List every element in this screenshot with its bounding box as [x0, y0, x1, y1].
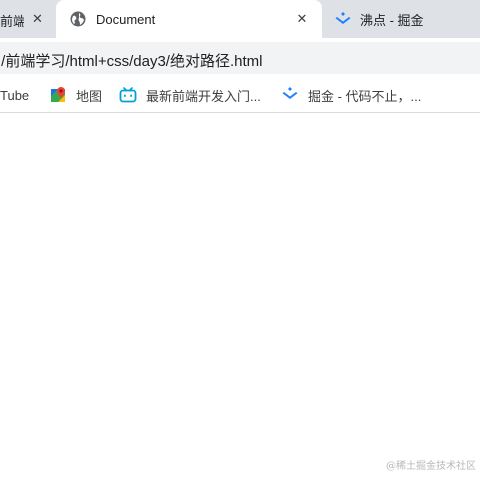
bookmark-bilibili[interactable]: 最新前端开发入门...	[119, 85, 261, 105]
bookmark-label: 掘金 - 代码不止，...	[308, 88, 422, 104]
maps-icon	[49, 86, 67, 104]
juejin-icon	[334, 11, 352, 27]
bookmark-juejin[interactable]: 掘金 - 代码不止，...	[281, 85, 421, 105]
tab-document[interactable]: Document ✕	[56, 0, 322, 38]
juejin-icon	[281, 86, 299, 104]
tab-frontend[interactable]: 前端 ✕	[0, 0, 56, 38]
browser-window: 前端 ✕ Document ✕ 沸点 - 掘金:/前端学习/html+css/…	[0, 0, 480, 480]
bookmark-maps[interactable]: 地图	[49, 85, 102, 105]
tab-title: 前端	[0, 14, 24, 29]
tab-title: Document	[96, 11, 156, 27]
bilibili-icon	[119, 86, 137, 104]
bookmark-label: 地图	[76, 88, 103, 104]
bookmarks-bar: Tube 地图 最新前端开发入门... 掘金 - 代码不止，...	[0, 78, 480, 113]
tab-title: 沸点 - 掘金	[360, 12, 424, 28]
globe-icon	[70, 11, 86, 27]
url-text[interactable]: :/前端学习/html+css/day3/绝对路径.html	[0, 50, 262, 71]
watermark: @稀土掘金技术社区	[386, 461, 476, 472]
bookmark-label: Tube	[0, 87, 30, 103]
bookmark-label: 最新前端开发入门...	[146, 88, 261, 104]
close-icon[interactable]: ✕	[294, 11, 310, 27]
close-icon[interactable]: ✕	[32, 11, 43, 27]
address-bar[interactable]: :/前端学习/html+css/day3/绝对路径.html	[0, 42, 480, 74]
page-content: @稀土掘金技术社区	[0, 113, 480, 480]
bookmark-youtube[interactable]: Tube	[0, 85, 29, 105]
toolbar: :/前端学习/html+css/day3/绝对路径.html	[0, 38, 480, 78]
tab-strip: 前端 ✕ Document ✕ 沸点 - 掘金	[0, 0, 480, 38]
tab-juejin[interactable]: 沸点 - 掘金	[322, 0, 480, 38]
